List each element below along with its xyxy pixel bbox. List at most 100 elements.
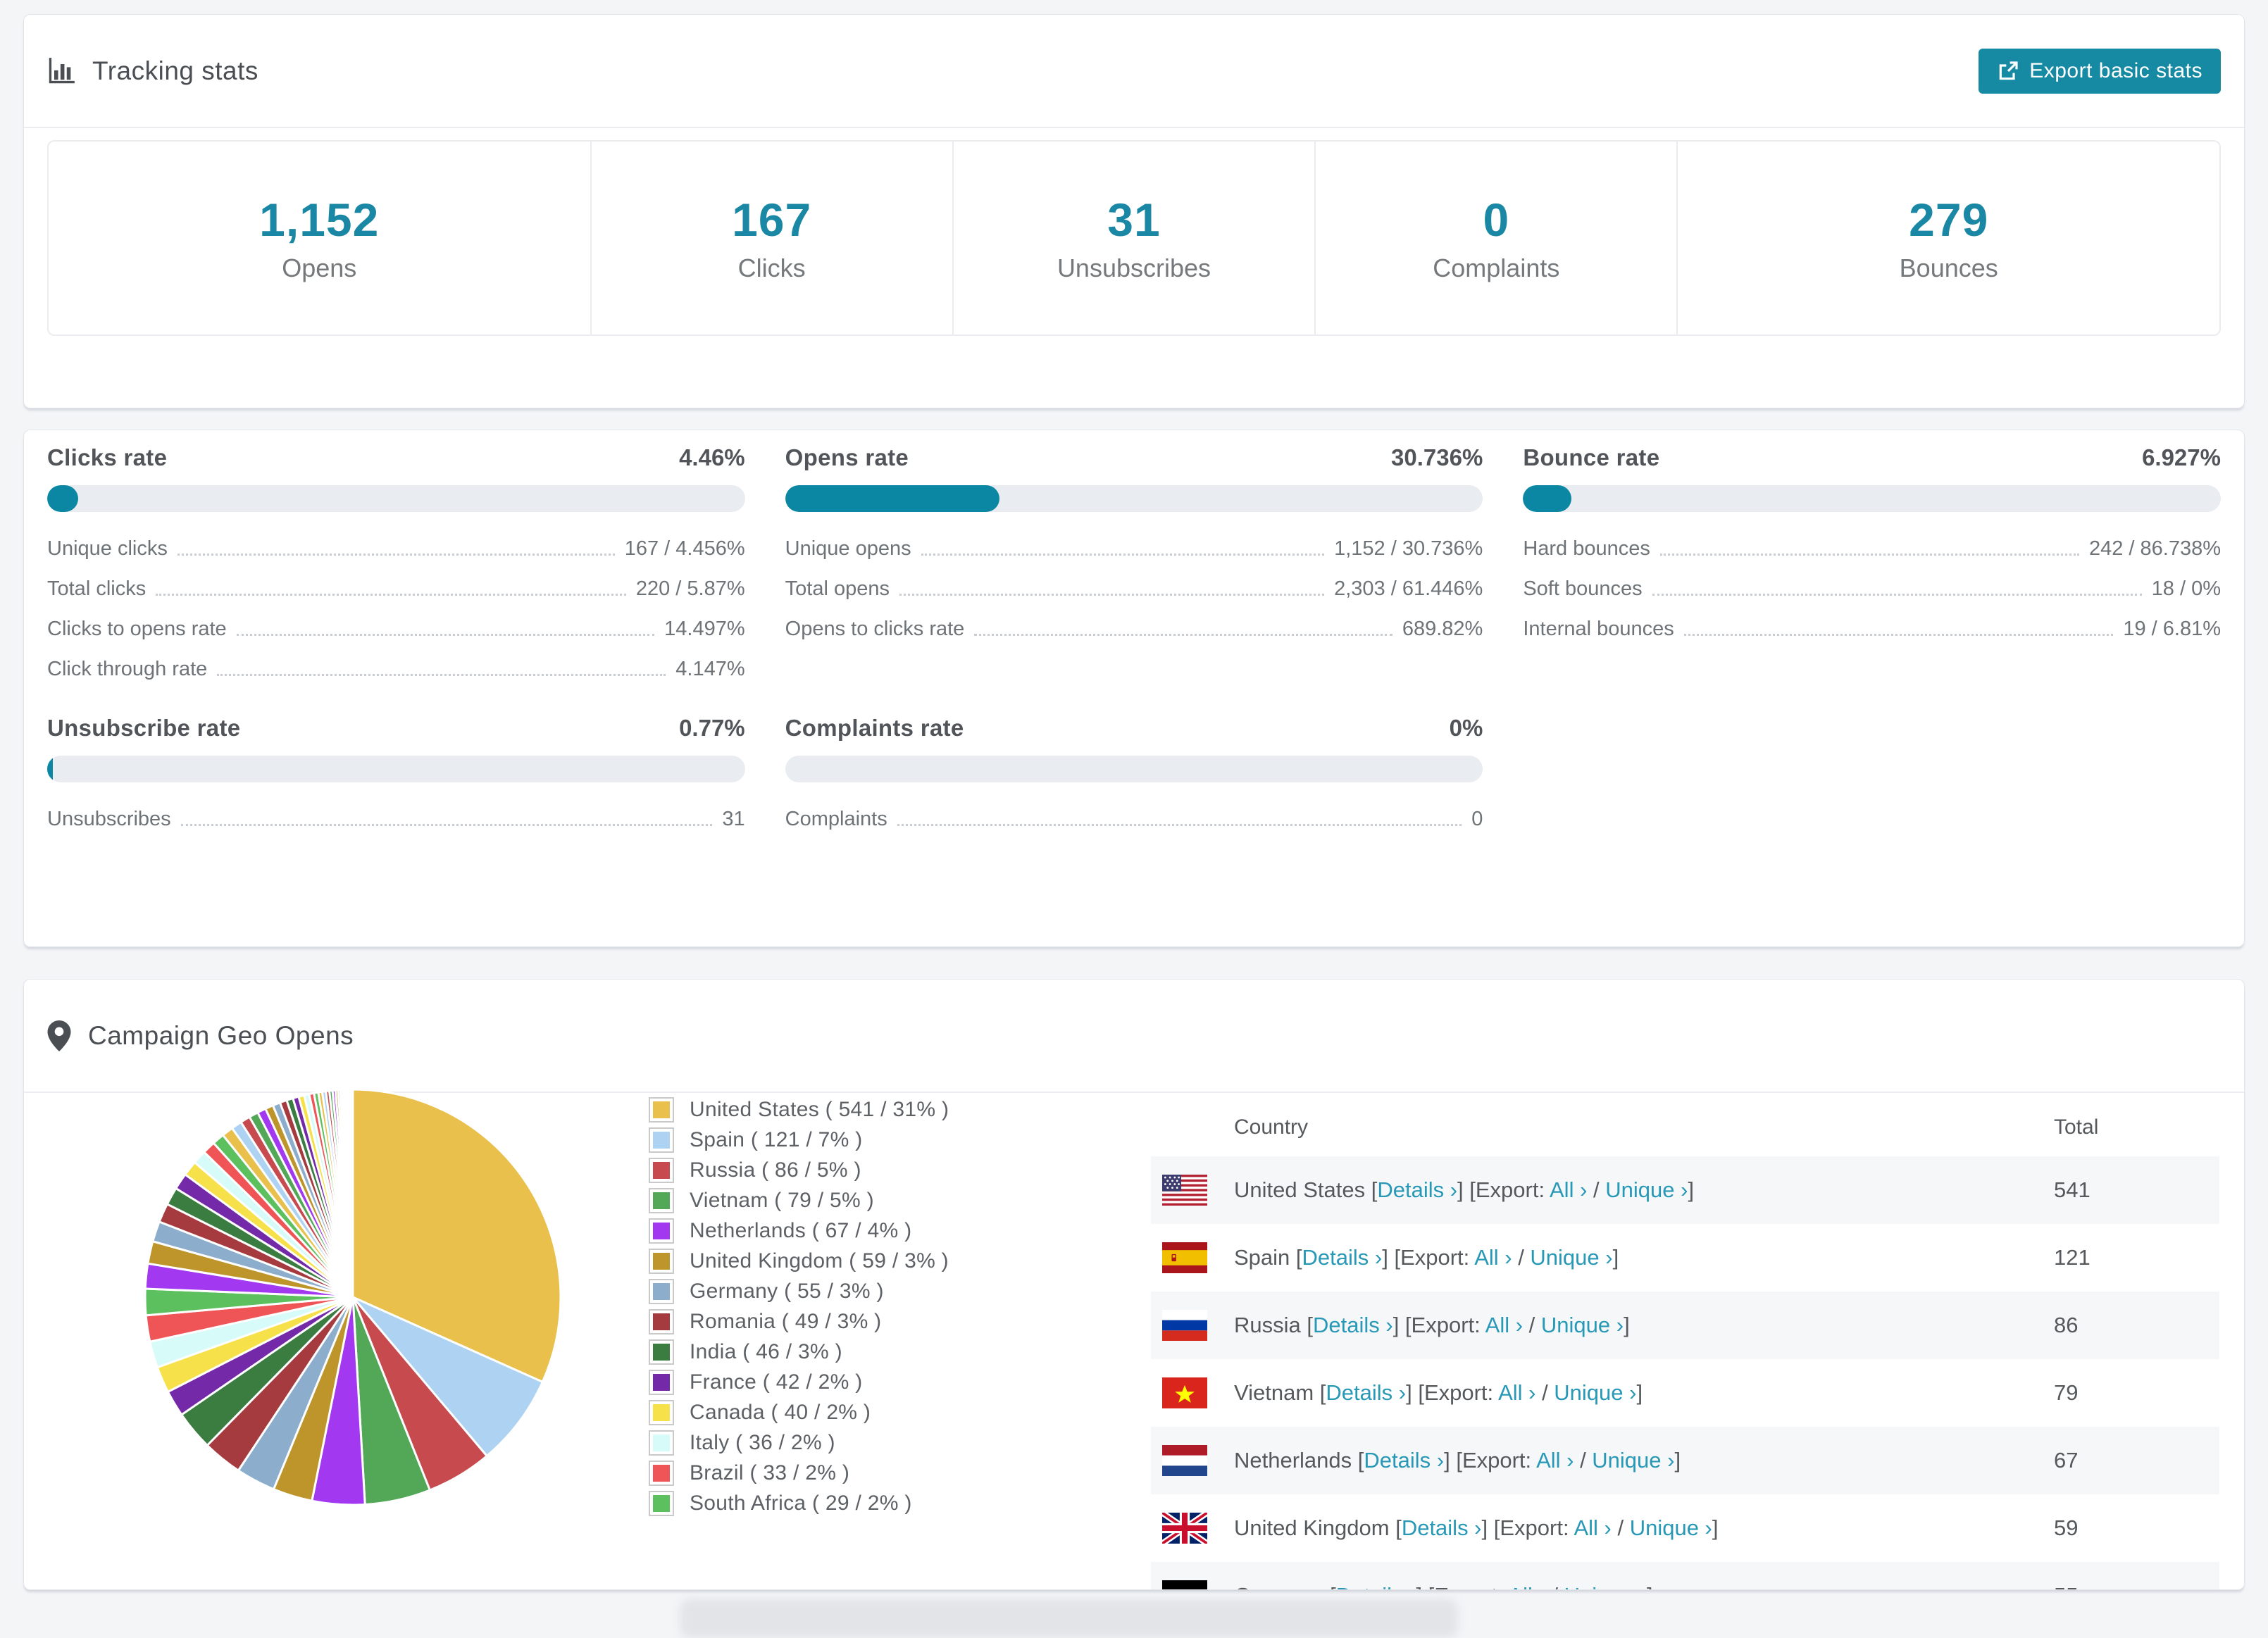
rate-row-value: 689.82% <box>1402 618 1483 640</box>
legend-swatch <box>649 1370 674 1395</box>
tracking-stats-card: Tracking stats Export basic stats 1,152 O… <box>23 14 2245 408</box>
rate-row-value: 18 / 0% <box>2151 577 2221 600</box>
export-all-link[interactable]: All › <box>1574 1515 1611 1540</box>
bracket: [ <box>1330 1583 1336 1589</box>
progress-bar-fill <box>785 485 1000 512</box>
country-cell: Netherlands [Details ›] [Export: All › /… <box>1207 1448 2054 1473</box>
geo-table-row-nl: Netherlands [Details ›] [Export: All › /… <box>1151 1427 2219 1494</box>
rate-head: Unsubscribe rate 0.77% <box>47 715 745 742</box>
details-link[interactable]: Details › <box>1302 1245 1383 1270</box>
bracket: ] [Export: <box>1457 1177 1550 1202</box>
rate-row-label: Click through rate <box>47 658 208 680</box>
legend-item-germany: Germany ( 55 / 3% ) <box>649 1279 949 1304</box>
legend-swatch <box>649 1097 674 1123</box>
legend-swatch-color <box>653 1101 670 1118</box>
export-basic-stats-button[interactable]: Export basic stats <box>1979 48 2221 94</box>
legend-swatch-color <box>653 1162 670 1179</box>
export-all-link[interactable]: All › <box>1498 1380 1535 1405</box>
rates-grid: Clicks rate 4.46% Unique clicks 167 / 4.456… <box>24 430 2244 837</box>
rate-value: 0.77% <box>679 715 745 741</box>
legend-item-netherlands: Netherlands ( 67 / 4% ) <box>649 1218 949 1244</box>
export-all-link[interactable]: All › <box>1508 1583 1545 1589</box>
legend-swatch-color <box>653 1434 670 1451</box>
rate-row-value: 242 / 86.738% <box>2088 537 2221 560</box>
legend-item-united-kingdom: United Kingdom ( 59 / 3% ) <box>649 1249 949 1274</box>
rate-row-value: 2,303 / 61.446% <box>1334 577 1483 600</box>
rate-row: Soft bounces 18 / 0% <box>1523 566 2221 606</box>
stat-value: 279 <box>1909 194 1989 246</box>
legend-label: United Kingdom ( 59 / 3% ) <box>690 1249 949 1273</box>
progress-bar-track <box>785 756 1483 782</box>
bracket: [ <box>1307 1313 1313 1337</box>
rate-row: Unsubscribes 31 <box>47 796 745 837</box>
export-all-link[interactable]: All › <box>1474 1245 1512 1270</box>
legend-swatch-color <box>653 1374 670 1391</box>
legend-swatch <box>649 1461 674 1486</box>
details-link[interactable]: Details › <box>1402 1515 1482 1540</box>
legend-label: France ( 42 / 2% ) <box>690 1370 863 1394</box>
dotted-leader <box>180 824 713 826</box>
rate-rows: Complaints 0 <box>785 796 1483 837</box>
rate-title: Complaints rate <box>785 715 964 741</box>
dotted-leader <box>897 824 1462 826</box>
details-link[interactable]: Details › <box>1326 1380 1406 1405</box>
export-all-link[interactable]: All › <box>1536 1448 1574 1473</box>
bracket: ] <box>1636 1380 1643 1405</box>
rate-row-label: Opens to clicks rate <box>785 618 965 640</box>
rate-row-label: Internal bounces <box>1523 618 1674 640</box>
export-unique-link[interactable]: Unique › <box>1564 1583 1647 1589</box>
rate-value: 30.736% <box>1391 444 1483 470</box>
legend-swatch <box>649 1339 674 1365</box>
rate-block-unsubscribe-rate: Unsubscribe rate 0.77% Unsubscribes 31 <box>47 715 745 837</box>
rate-row-value: 14.497% <box>664 618 745 640</box>
campaign-geo-opens-card: Campaign Geo Opens United States ( 541 /… <box>23 979 2245 1590</box>
country-name: United States <box>1234 1177 1371 1202</box>
legend-swatch <box>649 1400 674 1425</box>
legend-swatch <box>649 1218 674 1244</box>
stat-box-opens: 1,152 Opens <box>49 142 590 335</box>
export-all-link[interactable]: All › <box>1550 1177 1587 1202</box>
details-link[interactable]: Details › <box>1313 1313 1393 1337</box>
campaign-geo-opens-title: Campaign Geo Opens <box>88 1020 354 1050</box>
rate-title: Opens rate <box>785 444 909 470</box>
export-unique-link[interactable]: Unique › <box>1541 1313 1624 1337</box>
legend-label: Romania ( 49 / 3% ) <box>690 1310 882 1333</box>
tracking-stats-title: Tracking stats <box>92 56 258 85</box>
legend-item-france: France ( 42 / 2% ) <box>649 1370 949 1395</box>
export-unique-link[interactable]: Unique › <box>1592 1448 1674 1473</box>
country-name: Vietnam <box>1234 1380 1320 1405</box>
export-unique-link[interactable]: Unique › <box>1630 1515 1712 1540</box>
export-unique-link[interactable]: Unique › <box>1605 1177 1688 1202</box>
rate-rows: Unsubscribes 31 <box>47 796 745 837</box>
country-cell: Spain [Details ›] [Export: All › / Uniqu… <box>1207 1245 2054 1270</box>
nl-flag-icon <box>1162 1445 1207 1476</box>
rate-row-label: Total clicks <box>47 577 147 600</box>
legend-swatch <box>649 1127 674 1153</box>
legend-label: Germany ( 55 / 3% ) <box>690 1280 884 1303</box>
progress-bar-fill <box>47 485 79 512</box>
country-name: Germany <box>1234 1583 1330 1589</box>
slash-separator: / <box>1611 1515 1630 1540</box>
legend-label: Vietnam ( 79 / 5% ) <box>690 1189 874 1212</box>
bracket: [ <box>1395 1515 1402 1540</box>
rate-row: Unique opens 1,152 / 30.736% <box>785 526 1483 566</box>
bracket: ] <box>1647 1583 1653 1589</box>
country-cell: Vietnam [Details ›] [Export: All › / Uni… <box>1207 1380 2054 1406</box>
stat-label: Bounces <box>1899 254 1998 282</box>
export-unique-link[interactable]: Unique › <box>1530 1245 1612 1270</box>
tracking-stats-page: { "theme": { "accent_teal": "#1a87a4", "… <box>0 0 2268 1638</box>
legend-label: United States ( 541 / 31% ) <box>690 1098 949 1121</box>
stat-value: 167 <box>732 194 812 246</box>
export-icon <box>1997 60 2019 82</box>
bracket: ] <box>1612 1245 1619 1270</box>
dotted-leader <box>921 554 1325 556</box>
details-link[interactable]: Details › <box>1336 1583 1416 1589</box>
details-link[interactable]: Details › <box>1377 1177 1457 1202</box>
export-unique-link[interactable]: Unique › <box>1554 1380 1636 1405</box>
export-all-link[interactable]: All › <box>1485 1313 1523 1337</box>
es-flag-icon <box>1162 1242 1207 1273</box>
rate-row-value: 4.147% <box>675 658 745 680</box>
legend-item-united-states: United States ( 541 / 31% ) <box>649 1097 949 1123</box>
rate-title: Unsubscribe rate <box>47 715 241 741</box>
details-link[interactable]: Details › <box>1364 1448 1444 1473</box>
